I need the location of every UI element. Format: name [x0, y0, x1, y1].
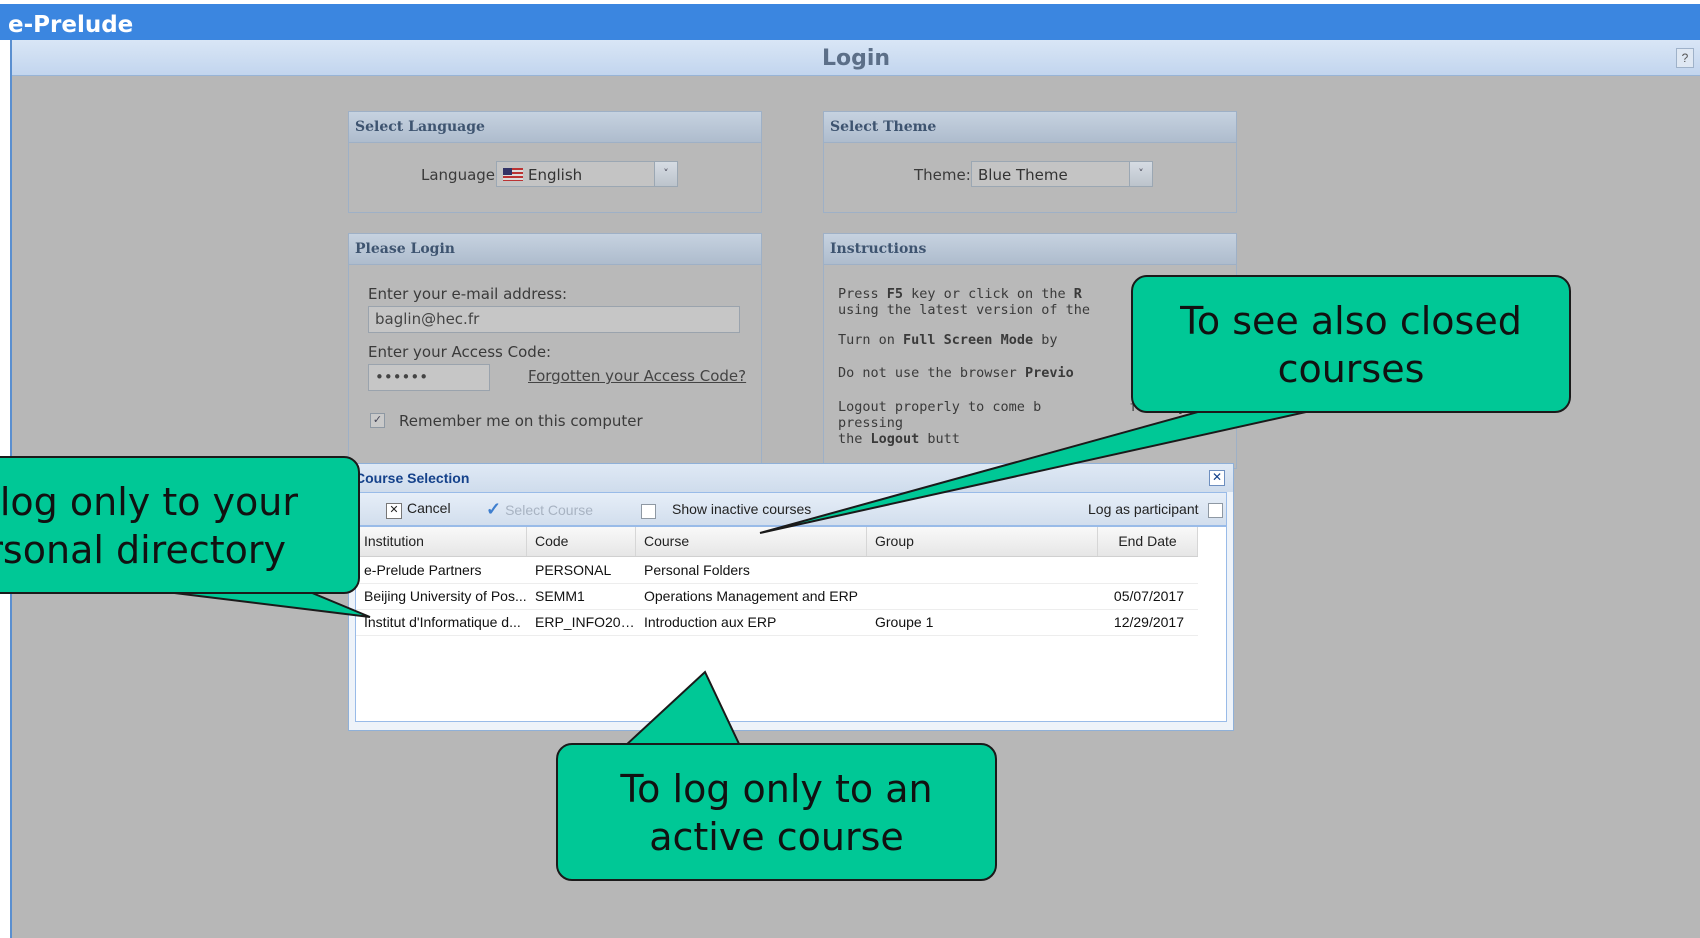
app-screen: e-Prelude Login ? Select Language Langua… — [0, 0, 1700, 938]
pointer-closed — [759, 409, 1316, 534]
pointer-active — [622, 670, 742, 747]
callout-active-course: To log only to an active course — [556, 743, 997, 881]
pointer-personal — [149, 589, 371, 618]
callout-closed-courses: To see also closed courses — [1131, 275, 1571, 413]
callout-personal-directory: log only to your rsonal directory — [0, 456, 360, 594]
